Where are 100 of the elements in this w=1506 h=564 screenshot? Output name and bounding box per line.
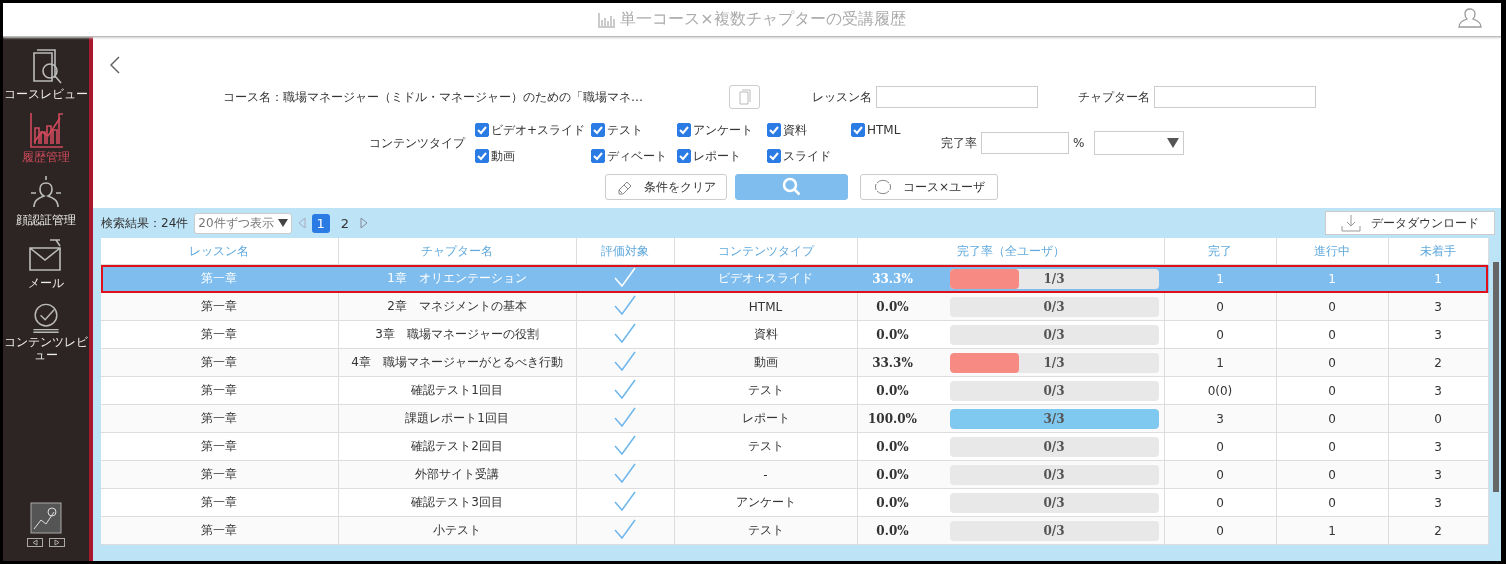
table-cell: テスト xyxy=(674,432,857,461)
user-icon[interactable] xyxy=(1457,7,1483,29)
next-page-icon[interactable] xyxy=(360,217,369,229)
table-row[interactable]: 第一章 外部サイト受講 - 0.0% 0/3 0 0 3 xyxy=(101,460,1488,489)
table-cell: 0(0) xyxy=(1164,376,1276,405)
sidebar-item[interactable]: コンテンツレビュー xyxy=(3,299,89,362)
checkbox[interactable] xyxy=(475,123,489,137)
table-cell: 0 xyxy=(1164,320,1276,349)
table-cell: 2章 マネジメントの基本 xyxy=(338,292,576,321)
rate-value: 0.0% xyxy=(875,495,910,510)
table-row[interactable]: 第一章 1章 オリエンテーション ビデオ+スライド 33.3% 1/3 1 1 1 xyxy=(101,264,1488,293)
checkbox[interactable] xyxy=(591,149,605,163)
table-cell: 第一章 xyxy=(101,404,338,433)
table-cell: 第一章 xyxy=(101,488,338,517)
sidebar-item[interactable]: コースレビュー xyxy=(3,47,89,110)
checkbox[interactable] xyxy=(851,123,865,137)
table-cell: 3 xyxy=(1388,488,1488,517)
table-cell: 0 xyxy=(1276,460,1388,489)
lesson-input[interactable] xyxy=(876,86,1038,108)
table-cell: 3 xyxy=(1388,292,1488,321)
table-cell: 0 xyxy=(1164,292,1276,321)
checkbox-label[interactable]: レポート xyxy=(693,149,741,163)
table-cell: 0 xyxy=(1276,432,1388,461)
sidebar-item[interactable]: メール xyxy=(3,236,89,299)
progress-fraction: 3/3 xyxy=(1043,410,1065,428)
refresh-icon xyxy=(872,177,893,197)
checkbox-label[interactable]: テスト xyxy=(607,123,643,137)
table-cell: 確認テスト1回目 xyxy=(338,376,576,405)
checkbox[interactable] xyxy=(677,149,691,163)
table-row[interactable]: 第一章 確認テスト2回目 テスト 0.0% 0/3 0 0 3 xyxy=(101,432,1488,461)
lesson-label: レッスン名 xyxy=(812,88,872,106)
back-icon[interactable] xyxy=(109,55,121,75)
progress-fraction: 1/3 xyxy=(1043,354,1065,372)
table-cell: 2 xyxy=(1388,348,1488,377)
page-button[interactable]: 1 xyxy=(311,213,330,233)
switch-button[interactable]: コース×ユーザ xyxy=(860,174,998,200)
table-cell: 第一章 xyxy=(101,432,338,461)
checkbox[interactable] xyxy=(475,149,489,163)
checkbox[interactable] xyxy=(677,123,691,137)
table-cell: 3 xyxy=(1388,320,1488,349)
table-cell: 0 xyxy=(1276,404,1388,433)
checkbox-label[interactable]: アンケート xyxy=(693,123,753,137)
table-cell: 0 xyxy=(1164,432,1276,461)
table-row[interactable]: 第一章 課題レポート1回目 レポート 100.0% 3/3 3 0 0 xyxy=(101,404,1488,433)
page-button[interactable]: 2 xyxy=(335,213,355,233)
page-size-dropdown[interactable]: 20件ずつ表示 xyxy=(194,212,292,234)
checkbox-label[interactable]: 資料 xyxy=(783,123,807,137)
checkbox-label[interactable]: ビデオ+スライド xyxy=(491,123,586,137)
table-cell: 第一章 xyxy=(101,348,338,377)
checkbox-label[interactable]: 動画 xyxy=(491,149,515,163)
table-cell: 3章 職場マネージャーの役割 xyxy=(338,320,576,349)
table-cell: ビデオ+スライド xyxy=(674,264,857,293)
checkbox[interactable] xyxy=(767,123,781,137)
sidebar-item[interactable]: 顔認証管理 xyxy=(3,173,89,236)
rate-label: 完了率 xyxy=(941,134,977,152)
rate-input[interactable] xyxy=(981,132,1069,154)
table-cell: 確認テスト3回目 xyxy=(338,488,576,517)
table-cell: 確認テスト2回目 xyxy=(338,432,576,461)
checkbox[interactable] xyxy=(591,123,605,137)
table-row[interactable]: 第一章 確認テスト3回目 アンケート 0.0% 0/3 0 0 3 xyxy=(101,488,1488,517)
table-cell: 4章 職場マネージャーがとるべき行動 xyxy=(338,348,576,377)
table-cell: 3 xyxy=(1164,404,1276,433)
table-cell: 0 xyxy=(1164,460,1276,489)
download-button[interactable]: データダウンロード xyxy=(1325,211,1495,235)
table-cell: 1 xyxy=(1388,264,1488,293)
clear-button[interactable]: 条件をクリア xyxy=(605,174,727,200)
table-cell: 3 xyxy=(1388,432,1488,461)
percent-label: % xyxy=(1073,136,1085,150)
rate-value: 0.0% xyxy=(875,467,910,482)
table-cell: 第一章 xyxy=(101,320,338,349)
table-cell: 第一章 xyxy=(101,516,338,545)
table-cell: テスト xyxy=(674,516,857,545)
table-cell: 外部サイト受講 xyxy=(338,460,576,489)
table-cell: テスト xyxy=(674,376,857,405)
table-row[interactable]: 第一章 3章 職場マネージャーの役割 資料 0.0% 0/3 0 0 3 xyxy=(101,320,1488,349)
checkbox-label[interactable]: ディベート xyxy=(607,149,667,163)
course-name: コース名：職場マネージャー（ミドル・マネージャー）のための「職場マネ… xyxy=(223,88,644,106)
table-cell: 0 xyxy=(1276,376,1388,405)
chapter-input[interactable] xyxy=(1154,86,1316,108)
rate-value: 0.0% xyxy=(875,439,910,454)
sidebar-item[interactable]: 履歴管理 xyxy=(3,110,89,173)
table-row[interactable]: 第一章 小テスト テスト 0.0% 0/3 0 1 2 xyxy=(101,516,1488,545)
checkbox[interactable] xyxy=(767,149,781,163)
table-row[interactable]: 第一章 確認テスト1回目 テスト 0.0% 0/3 0(0) 0 3 xyxy=(101,376,1488,405)
table-cell: 3 xyxy=(1388,376,1488,405)
table-cell: 資料 xyxy=(674,320,857,349)
checkbox-label[interactable]: スライド xyxy=(783,149,831,163)
checkbox-label[interactable]: HTML xyxy=(867,123,901,137)
chart-icon xyxy=(598,11,617,28)
table-row[interactable]: 第一章 2章 マネジメントの基本 HTML 0.0% 0/3 0 0 3 xyxy=(101,292,1488,321)
table-cell: 2 xyxy=(1388,516,1488,545)
progress-fraction: 0/3 xyxy=(1043,494,1065,512)
table-cell: 第一章 xyxy=(101,376,338,405)
rate-dropdown[interactable] xyxy=(1094,131,1185,155)
table-row[interactable]: 第一章 4章 職場マネージャーがとるべき行動 動画 33.3% 1/3 1 0 2 xyxy=(101,348,1488,377)
table-cell: 動画 xyxy=(674,348,857,377)
table-cell: 0 xyxy=(1276,292,1388,321)
image-icon[interactable] xyxy=(30,502,62,534)
result-count: 検索結果：24件 xyxy=(101,214,189,232)
progress-fraction: 0/3 xyxy=(1043,382,1065,400)
